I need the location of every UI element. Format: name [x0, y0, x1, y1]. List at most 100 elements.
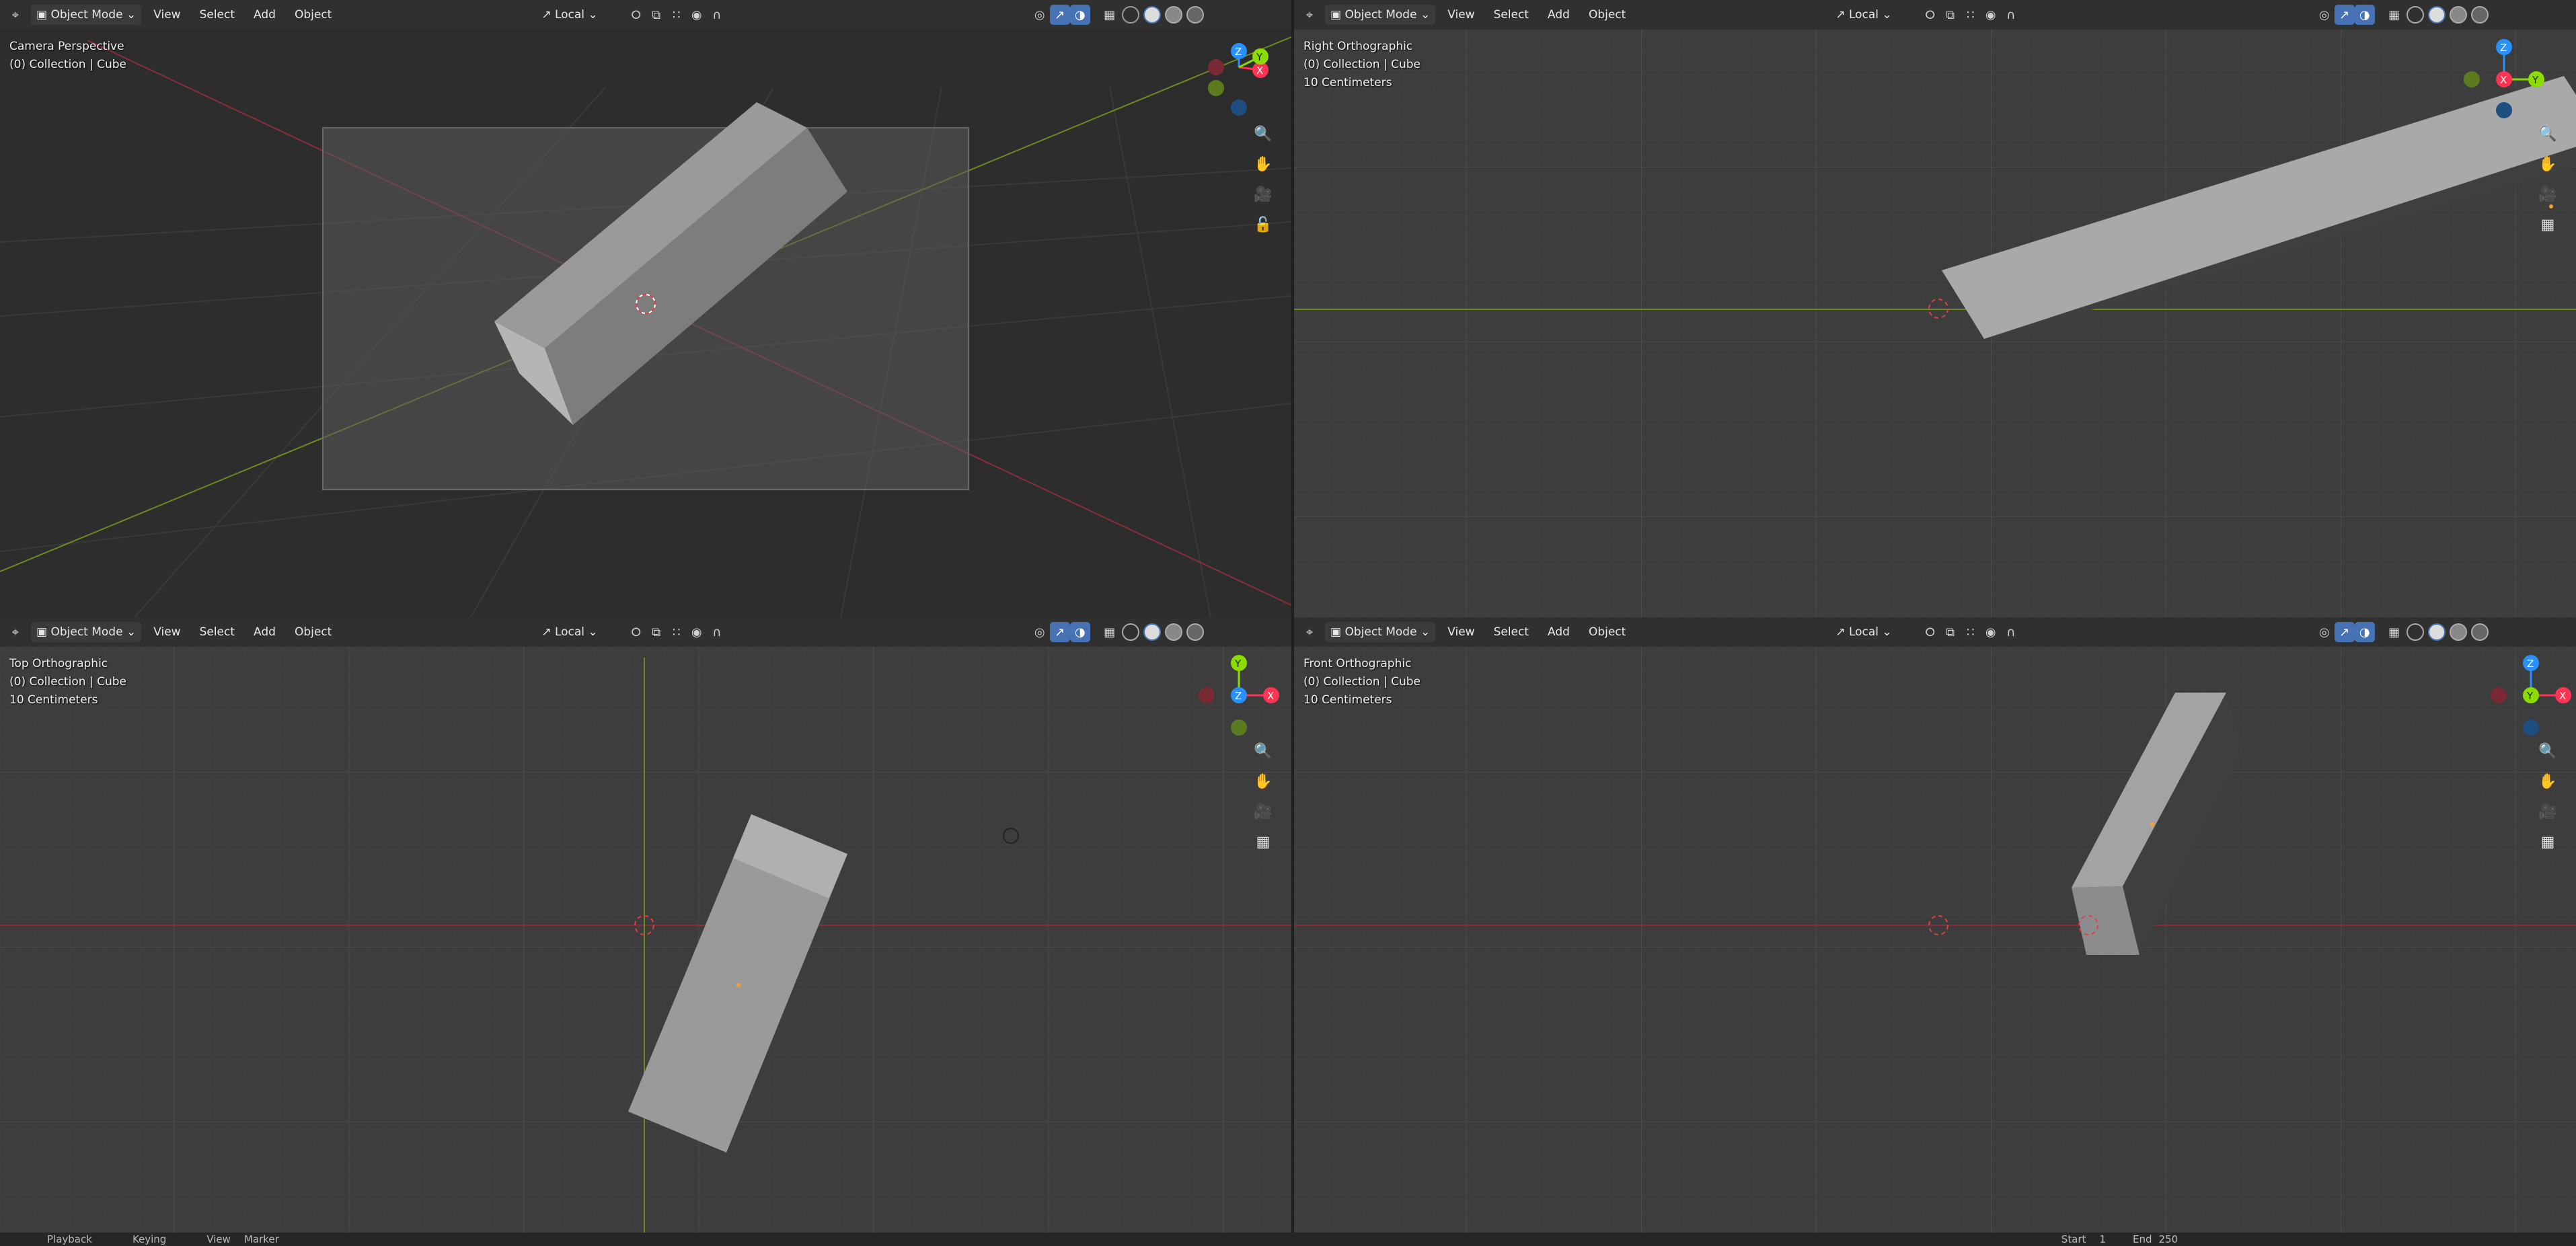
falloff-icon[interactable]: ∩ [707, 5, 727, 25]
proportional-edit-icon[interactable]: ◉ [687, 622, 707, 642]
xray-icon[interactable]: ▦ [1100, 622, 1120, 642]
overlay-toggle-icon[interactable]: ◑ [2354, 5, 2375, 25]
snap-target-icon[interactable]: ∷ [667, 5, 687, 25]
viewport-canvas[interactable] [0, 617, 1291, 1233]
xray-icon[interactable]: ▦ [1100, 5, 1120, 25]
viewport-canvas[interactable] [1294, 617, 2576, 1233]
menu-object[interactable]: Object [1579, 625, 1635, 639]
shading-wireframe-icon[interactable] [1121, 6, 1139, 24]
pan-hand-icon[interactable]: ✋ [2535, 151, 2561, 177]
pan-hand-icon[interactable]: ✋ [1250, 769, 1276, 794]
ortho-grid-icon[interactable]: ▦ [2535, 829, 2561, 855]
shading-solid-icon[interactable] [1143, 623, 1161, 641]
falloff-icon[interactable]: ∩ [2001, 5, 2021, 25]
mode-dropdown[interactable]: ▣ Object Mode ⌄ [1325, 622, 1436, 642]
snap-icon[interactable]: ⧉ [1940, 622, 1961, 642]
editor-type-icon[interactable]: ⌖ [1299, 622, 1320, 642]
pivot-icon[interactable]: ⭘ [1920, 622, 1940, 642]
menu-playback[interactable]: Playback [47, 1233, 92, 1245]
zoom-icon[interactable]: 🔍 [2535, 738, 2561, 764]
proportional-edit-icon[interactable]: ◉ [687, 5, 707, 25]
overlay-toggle-icon[interactable]: ◑ [1069, 622, 1090, 642]
overlay-toggle-icon[interactable]: ◑ [2354, 622, 2375, 642]
viewport-camera-perspective[interactable]: Camera Perspective (0) Collection | Cube… [0, 0, 1291, 617]
menu-view[interactable]: View [144, 625, 190, 639]
xray-icon[interactable]: ▦ [2384, 5, 2404, 25]
start-frame-field[interactable]: 1 [2099, 1233, 2106, 1245]
gizmo-toggle-icon[interactable]: ↗ [2334, 5, 2355, 25]
menu-view[interactable]: View [1438, 8, 1484, 22]
camera-view-icon[interactable]: 🎥 [2535, 799, 2561, 824]
shading-rendered-icon[interactable] [2470, 623, 2489, 641]
menu-select[interactable]: Select [1484, 8, 1538, 22]
shading-solid-icon[interactable] [2427, 6, 2446, 24]
editor-type-icon[interactable]: ⌖ [1299, 5, 1320, 25]
falloff-icon[interactable]: ∩ [707, 622, 727, 642]
camera-view-icon[interactable]: 🎥 [2535, 182, 2561, 207]
shading-wireframe-icon[interactable] [2406, 623, 2424, 641]
snap-target-icon[interactable]: ∷ [1961, 622, 1981, 642]
proportional-edit-icon[interactable]: ◉ [1981, 622, 2001, 642]
orientation-dropdown[interactable]: ↗ Local ⌄ [536, 622, 603, 642]
proportional-edit-icon[interactable]: ◉ [1981, 5, 2001, 25]
xray-icon[interactable]: ▦ [2384, 622, 2404, 642]
viewport-canvas[interactable] [1294, 0, 2576, 617]
menu-marker[interactable]: Marker [244, 1233, 279, 1245]
viewport-right-orthographic[interactable]: Right Orthographic (0) Collection | Cube… [1294, 0, 2576, 617]
viewport-canvas[interactable] [0, 0, 1291, 617]
menu-object[interactable]: Object [1579, 8, 1635, 22]
shading-material-icon[interactable] [1164, 6, 1182, 24]
menu-view[interactable]: View [206, 1233, 231, 1245]
menu-select[interactable]: Select [1484, 625, 1538, 639]
menu-add[interactable]: Add [1538, 625, 1579, 639]
viewport-top-orthographic[interactable]: Top Orthographic (0) Collection | Cube 1… [0, 617, 1291, 1233]
pan-hand-icon[interactable]: ✋ [2535, 769, 2561, 794]
camera-view-icon[interactable]: 🎥 [1250, 182, 1276, 207]
visibility-icon[interactable]: ◎ [2314, 5, 2335, 25]
ortho-grid-icon[interactable]: ▦ [2535, 212, 2561, 237]
lock-icon[interactable]: 🔓 [1250, 212, 1276, 237]
shading-solid-icon[interactable] [1143, 6, 1161, 24]
visibility-icon[interactable]: ◎ [2314, 622, 2335, 642]
gizmo-toggle-icon[interactable]: ↗ [2334, 622, 2355, 642]
shading-material-icon[interactable] [2449, 6, 2467, 24]
end-frame-field[interactable]: 250 [2159, 1233, 2179, 1245]
orientation-dropdown[interactable]: ↗ Local ⌄ [1830, 5, 1897, 25]
zoom-icon[interactable]: 🔍 [2535, 121, 2561, 147]
shading-material-icon[interactable] [1164, 623, 1182, 641]
menu-select[interactable]: Select [190, 625, 244, 639]
visibility-icon[interactable]: ◎ [1030, 5, 1050, 25]
shading-rendered-icon[interactable] [1186, 6, 1204, 24]
menu-keying[interactable]: Keying [132, 1233, 166, 1245]
menu-object[interactable]: Object [285, 8, 341, 22]
snap-icon[interactable]: ⧉ [646, 622, 667, 642]
visibility-icon[interactable]: ◎ [1030, 622, 1050, 642]
editor-type-icon[interactable]: ⌖ [5, 5, 26, 25]
snap-icon[interactable]: ⧉ [646, 5, 667, 25]
shading-wireframe-icon[interactable] [2406, 6, 2424, 24]
menu-view[interactable]: View [144, 8, 190, 22]
mode-dropdown[interactable]: ▣ Object Mode ⌄ [31, 5, 142, 25]
mode-dropdown[interactable]: ▣ Object Mode ⌄ [31, 622, 142, 642]
snap-icon[interactable]: ⧉ [1940, 5, 1961, 25]
zoom-icon[interactable]: 🔍 [1250, 121, 1276, 147]
orientation-dropdown[interactable]: ↗ Local ⌄ [536, 5, 603, 25]
snap-target-icon[interactable]: ∷ [667, 622, 687, 642]
overlay-toggle-icon[interactable]: ◑ [1069, 5, 1090, 25]
menu-add[interactable]: Add [244, 8, 285, 22]
menu-add[interactable]: Add [244, 625, 285, 639]
shading-material-icon[interactable] [2449, 623, 2467, 641]
shading-wireframe-icon[interactable] [1121, 623, 1139, 641]
pivot-icon[interactable]: ⭘ [626, 622, 646, 642]
gizmo-toggle-icon[interactable]: ↗ [1049, 5, 1070, 25]
pivot-icon[interactable]: ⭘ [1920, 5, 1940, 25]
menu-select[interactable]: Select [190, 8, 244, 22]
snap-target-icon[interactable]: ∷ [1961, 5, 1981, 25]
shading-rendered-icon[interactable] [2470, 6, 2489, 24]
gizmo-toggle-icon[interactable]: ↗ [1049, 622, 1070, 642]
ortho-grid-icon[interactable]: ▦ [1250, 829, 1276, 855]
editor-type-icon[interactable]: ⌖ [5, 622, 26, 642]
viewport-front-orthographic[interactable]: Front Orthographic (0) Collection | Cube… [1294, 617, 2576, 1233]
camera-view-icon[interactable]: 🎥 [1250, 799, 1276, 824]
pan-hand-icon[interactable]: ✋ [1250, 151, 1276, 177]
